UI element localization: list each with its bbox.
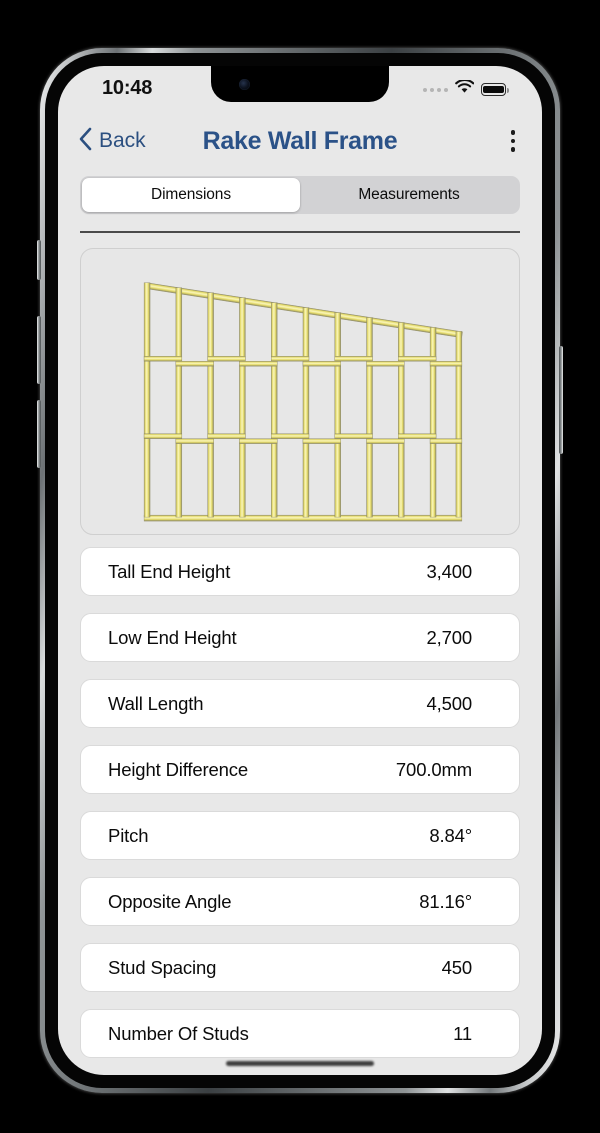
row-value: 11 [453,1022,472,1044]
list-item[interactable]: Opposite Angle 81.16° [80,877,520,926]
back-button[interactable]: Back [78,127,146,156]
frame-drawing [143,282,463,522]
battery-full-icon [481,83,509,96]
list-item[interactable]: Number Of Studs 11 [80,1009,520,1058]
tab-measurements[interactable]: Measurements [300,178,518,212]
list-item[interactable]: Height Difference 700.0mm [80,745,520,794]
list-item[interactable]: Low End Height 2,700 [80,613,520,662]
row-value: 81.16° [419,890,472,912]
volume-up-button[interactable] [37,316,41,384]
row-label: Stud Spacing [108,956,217,978]
wifi-icon [455,78,475,99]
row-value: 3,400 [426,560,472,582]
row-value: 2,700 [426,626,472,648]
row-label: Wall Length [108,692,204,714]
tab-dimensions[interactable]: Dimensions [82,178,300,212]
chevron-left-icon [78,127,92,156]
tab-segmented-control[interactable]: Dimensions Measurements [80,176,520,214]
home-indicator[interactable] [226,1061,374,1066]
phone-device-frame: 10:48 Back Rake Wall Frame Dimensions Me… [37,48,563,1093]
row-value: 4,500 [426,692,472,714]
list-item[interactable]: Wall Length 4,500 [80,679,520,728]
dimensions-list: Tall End Height 3,400 Low End Height 2,7… [80,547,520,1075]
phone-screen: 10:48 Back Rake Wall Frame Dimensions Me… [58,66,542,1075]
row-label: Tall End Height [108,560,231,582]
list-item[interactable]: Tall End Height 3,400 [80,547,520,596]
row-value: 700.0mm [395,758,472,780]
front-camera-icon [239,79,250,90]
row-label: Pitch [108,824,149,846]
header-divider [80,231,520,233]
row-label: Number Of Studs [108,1022,249,1044]
row-label: Height Difference [108,758,249,780]
row-value: 8.84° [429,824,472,846]
row-label: Low End Height [108,626,237,648]
status-time: 10:48 [102,77,153,99]
screenshot-stage: 10:48 Back Rake Wall Frame Dimensions Me… [0,0,600,1133]
volume-down-button[interactable] [37,400,41,468]
cellular-dots-icon [423,87,448,92]
navigation-bar: Back Rake Wall Frame [58,112,542,170]
power-button[interactable] [559,346,563,454]
row-value: 450 [441,956,473,978]
back-button-label: Back [99,129,146,152]
list-item[interactable]: Pitch 8.84° [80,811,520,860]
kebab-menu-icon[interactable] [506,126,521,156]
status-indicators [423,78,509,99]
action-button[interactable] [37,240,41,280]
phone-bezel: 10:48 Back Rake Wall Frame Dimensions Me… [45,53,555,1088]
notch [211,66,389,102]
rake-wall-frame-diagram [80,248,520,535]
row-label: Opposite Angle [108,890,232,912]
list-item[interactable]: Stud Spacing 450 [80,943,520,992]
